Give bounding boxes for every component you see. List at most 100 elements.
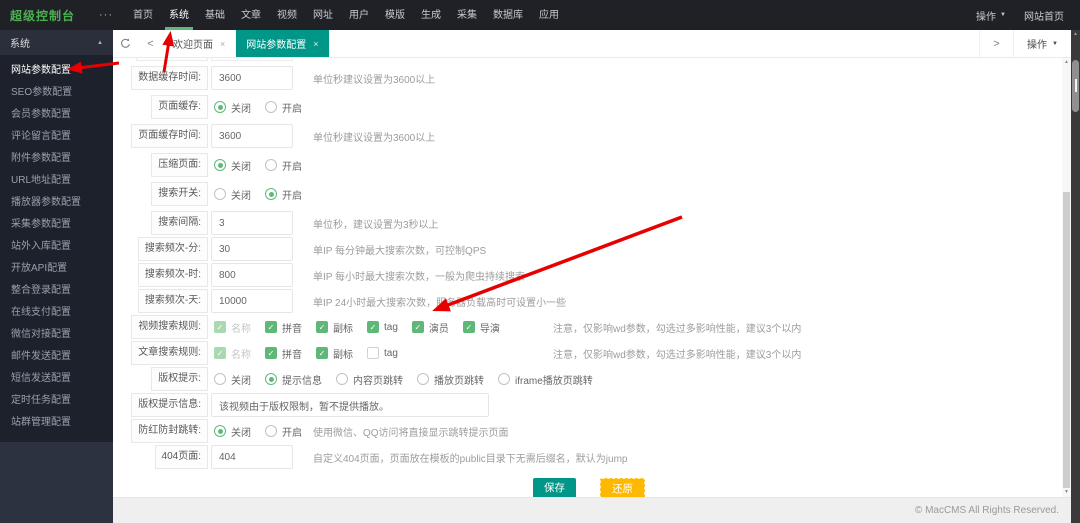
top-menu-item-基础[interactable]: 基础 [201, 0, 229, 30]
sidebar-item-会员参数配置[interactable]: 会员参数配置 [0, 104, 113, 126]
scrollbar-up-icon[interactable]: ▲ [1062, 58, 1071, 67]
checkbox-option-tag[interactable]: ✓ tag [367, 321, 398, 333]
save-button[interactable]: 保存 [533, 478, 576, 497]
radio-option-开启[interactable]: 开启 [265, 100, 302, 115]
checkbox-option-拼音[interactable]: ✓ 拼音 [265, 346, 302, 361]
sidebar-item-短信发送配置[interactable]: 短信发送配置 [0, 368, 113, 390]
sidebar-group-title: 系统 [10, 39, 30, 50]
field-label: 页面缓存时间: [131, 124, 208, 148]
checkbox-option-演员[interactable]: ✓ 演员 [411, 320, 449, 335]
top-menu-item-用户[interactable]: 用户 [345, 0, 373, 30]
sidebar-item-播放器参数配置[interactable]: 播放器参数配置 [0, 192, 113, 214]
checkbox-option-导演[interactable]: ✓ 导演 [462, 320, 500, 335]
field-label: 文章搜索规则: [131, 341, 208, 365]
sidebar-item-网站参数配置[interactable]: 网站参数配置 [0, 60, 113, 82]
field-label: 版权提示信息: [131, 393, 208, 417]
radio-option-关闭[interactable]: 关闭 [214, 372, 251, 387]
topbar-right: 操作 ▼ 网站首页 [976, 0, 1080, 30]
tab-close-icon[interactable]: × [220, 39, 225, 49]
field-input[interactable] [211, 124, 293, 148]
field-input[interactable] [211, 66, 293, 90]
sidebar-item-微信对接配置[interactable]: 微信对接配置 [0, 324, 113, 346]
tab-operations-dropdown[interactable]: 操作 ▼ [1013, 30, 1071, 57]
top-menu-item-文章[interactable]: 文章 [237, 0, 265, 30]
form-row-搜索频次-分: 搜索频次-分: 单IP 每分钟最大搜索次数，可控制QPS [129, 237, 1062, 261]
tab-scroll-right-button[interactable]: > [979, 30, 1013, 57]
footer: © MacCMS All Rights Reserved. [113, 497, 1071, 523]
tab-网站参数配置[interactable]: 网站参数配置 × [236, 30, 330, 57]
top-menu-item-应用[interactable]: 应用 [535, 0, 563, 30]
scrollbar-down-icon[interactable]: ▼ [1062, 488, 1071, 497]
tab-scroll-left-button[interactable]: < [138, 30, 163, 57]
field-label-column: 版权提示信息: [129, 393, 208, 417]
refresh-button[interactable] [113, 30, 138, 57]
sidebar-group-header[interactable]: 系统 ▲ [0, 30, 113, 55]
top-menu-item-视频[interactable]: 视频 [273, 0, 301, 30]
top-menu-item-数据库[interactable]: 数据库 [489, 0, 527, 30]
sidebar-item-评论留言配置[interactable]: 评论留言配置 [0, 126, 113, 148]
form-actions: 保存 还原 [129, 478, 1049, 497]
sidebar-item-站群管理配置[interactable]: 站群管理配置 [0, 412, 113, 434]
checkbox-option-名称[interactable]: ✓ 名称 [214, 320, 251, 335]
radio-option-开启[interactable]: 开启 [265, 158, 302, 173]
page-scrollbar-up-icon[interactable]: ▲ [1071, 30, 1080, 38]
sidebar-item-SEO参数配置[interactable]: SEO参数配置 [0, 82, 113, 104]
option-label: 副标 [333, 323, 353, 335]
field-input[interactable] [211, 393, 489, 417]
form-row-搜索频次-天: 搜索频次-天: 单IP 24小时最大搜索次数，服务器负载高时可设置小一些 [129, 289, 1062, 313]
sidebar-item-整合登录配置[interactable]: 整合登录配置 [0, 280, 113, 302]
sidebar-item-开放API配置[interactable]: 开放API配置 [0, 258, 113, 280]
field-input[interactable] [211, 445, 293, 469]
sidebar-collapse-icon[interactable]: ··· [95, 0, 117, 30]
radio-group: 关闭 提示信息 内容页跳转 播放页跳转 iframe播放页跳转 [214, 372, 607, 387]
sidebar-item-站外入库配置[interactable]: 站外入库配置 [0, 236, 113, 258]
radio-option-开启[interactable]: 开启 [265, 424, 302, 439]
form-row-文章搜索规则: 文章搜索规则: ✓ 名称 ✓ 拼音 ✓ 副标 tag 注意，仅影响wd参数，勾选过多影响性能，建… [129, 341, 1062, 365]
topbar-action-dropdown[interactable]: 操作 ▼ [976, 8, 1006, 23]
top-menu-item-模版[interactable]: 模版 [381, 0, 409, 30]
radio-option-关闭[interactable]: 关闭 [214, 424, 251, 439]
field-label: 视频搜索规则: [131, 315, 208, 339]
checkbox-option-tag[interactable]: tag [367, 347, 398, 359]
radio-option-关闭[interactable]: 关闭 [214, 158, 251, 173]
checkbox-option-拼音[interactable]: ✓ 拼音 [265, 320, 302, 335]
page-scrollbar-thumb[interactable] [1072, 60, 1079, 112]
top-menu-item-生成[interactable]: 生成 [417, 0, 445, 30]
tab-欢迎页面[interactable]: 欢迎页面 × [163, 30, 237, 57]
content-scrollbar[interactable]: ▲ ▼ [1062, 58, 1071, 497]
sidebar-item-在线支付配置[interactable]: 在线支付配置 [0, 302, 113, 324]
radio-option-关闭[interactable]: 关闭 [214, 187, 251, 202]
form-row-压缩页面: 压缩页面: 关闭 开启 [129, 153, 1062, 177]
sidebar-item-邮件发送配置[interactable]: 邮件发送配置 [0, 346, 113, 368]
radio-option-内容页跳转[interactable]: 内容页跳转 [336, 372, 403, 387]
radio-option-播放页跳转[interactable]: 播放页跳转 [417, 372, 484, 387]
site-home-label: 网站首页 [1024, 11, 1064, 23]
reset-button[interactable]: 还原 [600, 478, 645, 497]
radio-icon [265, 373, 277, 385]
top-menu-item-首页[interactable]: 首页 [129, 0, 157, 30]
top-menu-item-网址[interactable]: 网址 [309, 0, 337, 30]
radio-option-iframe播放页跳转[interactable]: iframe播放页跳转 [498, 372, 593, 387]
checkbox-option-名称[interactable]: ✓ 名称 [214, 346, 251, 361]
sidebar-item-采集参数配置[interactable]: 采集参数配置 [0, 214, 113, 236]
form-row-数据缓存时间: 数据缓存时间: 单位秒建议设置为3600以上 [129, 66, 1062, 90]
sidebar-item-URL地址配置[interactable]: URL地址配置 [0, 170, 113, 192]
sidebar-item-附件参数配置[interactable]: 附件参数配置 [0, 148, 113, 170]
radio-option-开启[interactable]: 开启 [265, 187, 302, 202]
caret-down-icon: ▼ [1000, 12, 1006, 18]
checkbox-option-副标[interactable]: ✓ 副标 [316, 320, 353, 335]
tab-close-icon[interactable]: × [313, 39, 318, 49]
site-home-link[interactable]: 网站首页 [1024, 8, 1064, 23]
field-input[interactable] [211, 237, 293, 261]
checkbox-option-副标[interactable]: ✓ 副标 [316, 346, 353, 361]
top-menu-item-系统[interactable]: 系统 [165, 0, 193, 30]
field-input[interactable] [211, 289, 293, 313]
radio-option-关闭[interactable]: 关闭 [214, 100, 251, 115]
top-menu-item-采集[interactable]: 采集 [453, 0, 481, 30]
page-scrollbar[interactable]: ▲ [1071, 30, 1080, 523]
field-input[interactable] [211, 211, 293, 235]
sidebar-item-定时任务配置[interactable]: 定时任务配置 [0, 390, 113, 412]
content-scrollbar-thumb[interactable] [1063, 192, 1070, 488]
field-input[interactable] [211, 263, 293, 287]
radio-option-提示信息[interactable]: 提示信息 [265, 372, 322, 387]
